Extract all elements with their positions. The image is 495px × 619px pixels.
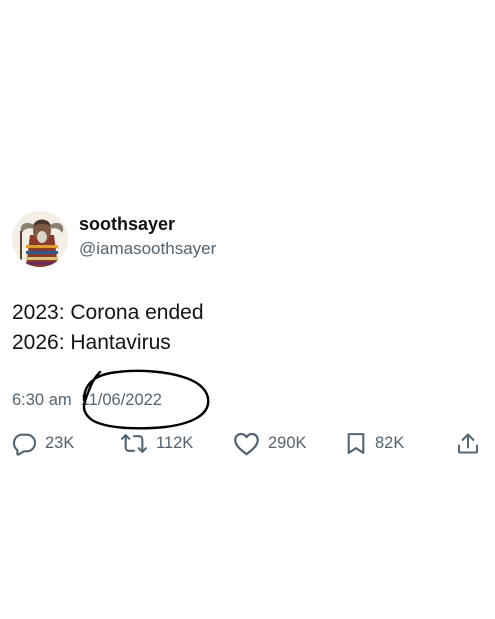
- tweet-actions-bar: 23K 112K 290K 82K: [0, 430, 495, 456]
- tweet-card: soothsayer @iamasoothsayer 2023: Corona …: [0, 0, 495, 619]
- user-handle[interactable]: @iamasoothsayer: [79, 238, 216, 260]
- reply-count: 23K: [45, 433, 75, 452]
- like-button[interactable]: 290K: [233, 430, 307, 456]
- retweet-count: 112K: [156, 433, 194, 452]
- heart-icon: [233, 431, 260, 456]
- share-button[interactable]: [456, 430, 480, 456]
- bookmark-button[interactable]: 82K: [345, 430, 404, 456]
- reply-icon: [12, 431, 37, 456]
- avatar[interactable]: [12, 211, 68, 267]
- bookmark-count: 82K: [375, 433, 405, 452]
- bookmark-icon: [345, 431, 367, 456]
- tweet-date[interactable]: 11/06/2022: [81, 391, 162, 409]
- tweet-time[interactable]: 6:30 am: [12, 391, 72, 409]
- retweet-icon: [120, 431, 148, 456]
- tweet-text: 2023: Corona ended 2026: Hantavirus: [12, 298, 204, 358]
- tweet-text-line: 2026: Hantavirus: [12, 331, 171, 354]
- tweet-text-line: 2023: Corona ended: [12, 301, 204, 324]
- reply-button[interactable]: 23K: [12, 430, 74, 456]
- display-name[interactable]: soothsayer: [79, 213, 175, 235]
- retweet-button[interactable]: 112K: [120, 430, 193, 456]
- like-count: 290K: [268, 433, 307, 452]
- share-icon: [456, 431, 480, 456]
- tweet-timestamp[interactable]: 6:30 am 11/06/2022: [12, 389, 162, 411]
